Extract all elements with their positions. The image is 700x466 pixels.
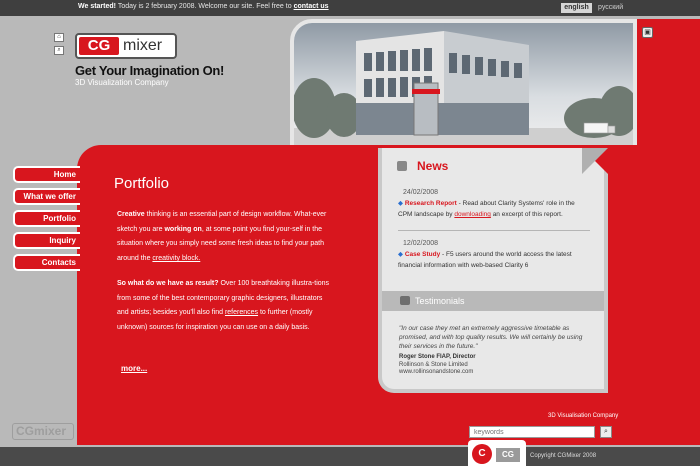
p1-bold-working-on: working on (164, 225, 202, 233)
footer-company: 3D Visualisation Company (548, 413, 619, 419)
nav-item-home[interactable]: Home (13, 166, 80, 183)
author-company: Rollinson & Stone Limited (399, 361, 468, 368)
nav-item-portfolio[interactable]: Portfolio (13, 210, 80, 227)
references-link[interactable]: references (225, 309, 258, 316)
search-icon[interactable]: ⌕ (54, 46, 64, 55)
footer-logo[interactable]: C CG (468, 440, 526, 466)
nav-item-contacts[interactable]: Contacts (13, 254, 80, 271)
testimonials-title: Testimonials (415, 296, 465, 306)
author-name: Roger Stone FIAP, Director (399, 354, 476, 360)
news-headline-case-study[interactable]: Case Study (405, 251, 440, 258)
building-photo (294, 23, 633, 145)
news-date-2: 12/02/2008 (403, 240, 439, 247)
more-link[interactable]: more... (121, 364, 147, 373)
p1-bold-creative: Creative (117, 211, 145, 218)
logo-cg: CG (79, 37, 119, 55)
language-english-button[interactable]: english (561, 3, 592, 13)
page-title: Portfolio (114, 175, 170, 192)
top-bar: We started! Today is 2 february 2008. We… (0, 0, 700, 16)
language-russian-link[interactable]: русский (598, 3, 623, 13)
welcome-message: We started! Today is 2 february 2008. We… (78, 3, 329, 10)
portfolio-paragraph-2: So what do we have as result? Over 100 b… (117, 277, 330, 336)
news-item-2: ◆ Case Study - F5 users around the world… (398, 249, 588, 271)
news-headline-research-report[interactable]: Research Report (405, 200, 457, 207)
nav-item-what-we-offer[interactable]: What we offer (13, 188, 80, 205)
speech-bubble-icon (400, 296, 410, 305)
p2-bold-question: So what do we have as result? (117, 280, 219, 287)
news-text-1b: an excerpt of this report. (490, 211, 563, 218)
cgmixer-logo[interactable]: CG mixer (75, 33, 177, 59)
search-input[interactable] (469, 426, 595, 438)
news-item-1: ◆ Research Report - Read about Clarity S… (398, 198, 588, 220)
watermark-logo: CGmixer (12, 423, 74, 440)
bullet-icon: ◆ (398, 200, 405, 207)
downloading-link[interactable]: downloading (454, 211, 491, 218)
contact-us-link[interactable]: contact us (294, 3, 329, 10)
portfolio-paragraph-1: Creative thinking is an essential part o… (117, 208, 330, 267)
nav-item-inquiry[interactable]: Inquiry (13, 232, 80, 249)
creativity-block-link[interactable]: creativity block. (152, 255, 200, 262)
bullet-icon: ◆ (398, 251, 405, 258)
panel-fold-shadow (582, 148, 608, 174)
started-label: We started! (78, 3, 116, 10)
tagline: Get Your Imagination On! (75, 63, 225, 78)
window-icon[interactable]: ▣ (642, 27, 653, 38)
home-icon[interactable]: ⌂ (54, 33, 64, 42)
logo-mixer: mixer (123, 37, 163, 54)
subtagline: 3D Visualization Company (75, 78, 169, 87)
logo-cg-icon: CG (496, 448, 520, 462)
author-site[interactable]: www.rollinsonandstone.com (399, 369, 473, 375)
testimonial-quote: "In our case they met an extremely aggre… (399, 325, 583, 350)
logo-c-icon: C (472, 444, 492, 464)
welcome-text: Today is 2 february 2008. Welcome our si… (116, 3, 294, 10)
news-icon (397, 161, 407, 171)
news-date-1: 24/02/2008 (403, 189, 439, 196)
copyright: Copyright CGMixer 2008 (530, 453, 597, 459)
testimonial-author: Roger Stone FIAP, Director Rollinson & S… (399, 354, 589, 377)
news-title: News (417, 159, 449, 173)
news-divider (398, 230, 590, 231)
search-button[interactable]: ⌕ (600, 426, 612, 438)
hero-image (290, 19, 637, 149)
